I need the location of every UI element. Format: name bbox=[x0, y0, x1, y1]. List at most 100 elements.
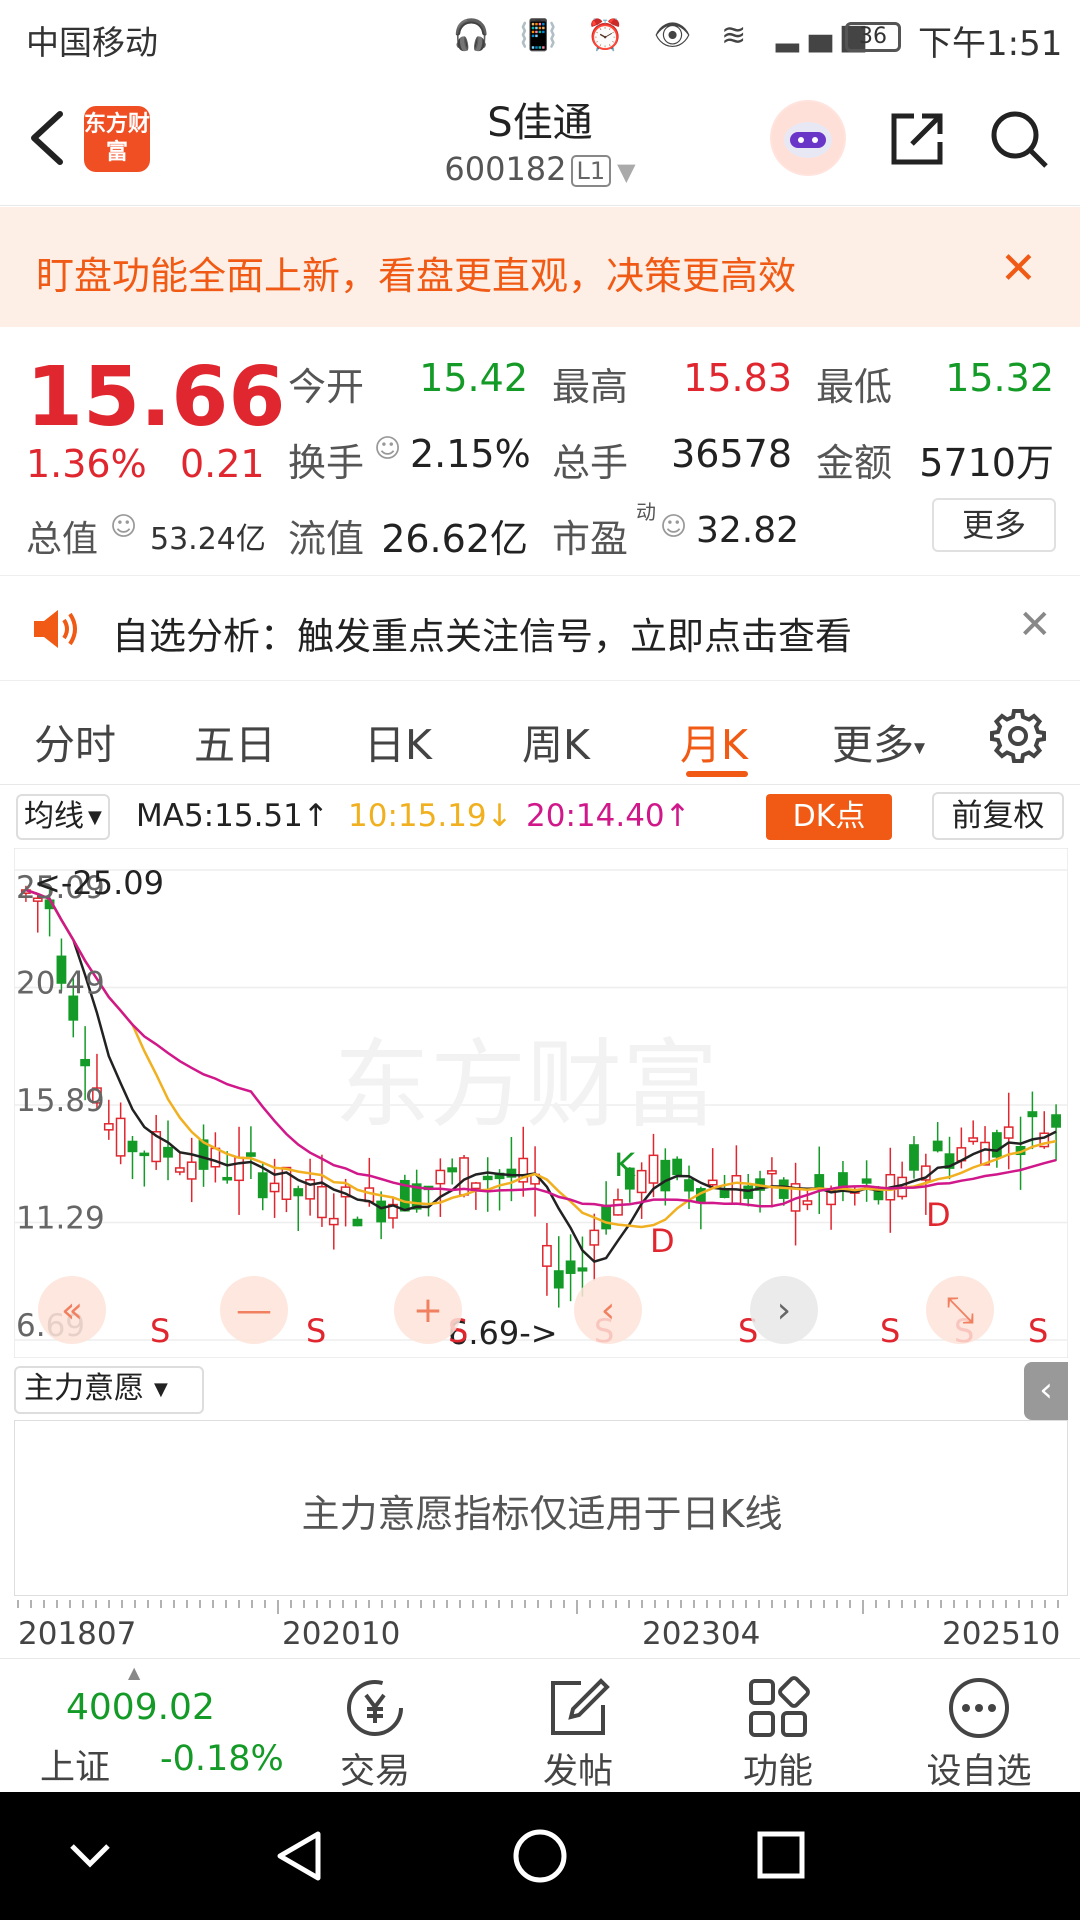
prev-icon[interactable]: ‹ bbox=[574, 1276, 642, 1344]
close-icon[interactable]: ✕ bbox=[1000, 243, 1037, 294]
caret-up-icon: ▲ bbox=[128, 1663, 141, 1682]
sell-signal: S bbox=[1028, 1312, 1048, 1350]
signal-marker: D bbox=[650, 1222, 675, 1260]
candle-body bbox=[269, 1182, 280, 1193]
close-icon[interactable]: ✕ bbox=[1018, 602, 1052, 648]
x-axis-label: 202510 bbox=[942, 1616, 1061, 1652]
control-glyph: ⤡ bbox=[946, 1290, 975, 1331]
sub-panel-message: 主力意愿指标仅适用于日K线 bbox=[301, 1492, 783, 1536]
signal-marker: D bbox=[926, 1196, 951, 1234]
candle-body bbox=[613, 1199, 623, 1216]
candle-body bbox=[684, 1179, 694, 1192]
high-value: 15.83 bbox=[683, 356, 792, 400]
system-nav-bar bbox=[0, 1792, 1080, 1920]
open-value: 15.42 bbox=[419, 356, 528, 400]
ma5-label: MA5:15.51↑ bbox=[136, 798, 329, 834]
candle-body bbox=[257, 1172, 268, 1199]
tab-monthly-k[interactable]: 月K bbox=[680, 711, 748, 771]
ma10-label: 10:15.19↓ bbox=[348, 798, 513, 834]
add-watchlist-label[interactable]: 设自选 bbox=[909, 1743, 1049, 1794]
candle-body bbox=[968, 1137, 979, 1143]
control-glyph: — bbox=[236, 1290, 272, 1331]
mktcap-label: 总值 bbox=[26, 519, 99, 560]
nav-recents-icon[interactable] bbox=[756, 1830, 806, 1880]
candle-body bbox=[163, 1146, 173, 1158]
share-icon[interactable] bbox=[886, 108, 948, 170]
x-axis-label: 201807 bbox=[18, 1616, 137, 1652]
grid-icon[interactable] bbox=[743, 1673, 813, 1743]
quote-panel: 15.66 1.36% 0.21 今开 15.42 最高 15.83 最低 15… bbox=[0, 330, 1080, 570]
high-label: 最高 bbox=[552, 365, 629, 409]
trade-label[interactable]: 交易 bbox=[305, 1743, 445, 1794]
max-price-label: <-25.09 bbox=[34, 864, 164, 902]
candle-body bbox=[648, 1154, 659, 1184]
gear-icon[interactable] bbox=[990, 707, 1046, 763]
sell-signal: S bbox=[306, 1312, 326, 1350]
nav-back-icon[interactable] bbox=[274, 1828, 326, 1884]
tab-five-day[interactable]: 五日 bbox=[194, 711, 276, 771]
kline-chart[interactable]: 东方财富 25.0920.4915.8911.296.69<-25.096.69… bbox=[14, 848, 1068, 1358]
battery-icon: 36 bbox=[845, 22, 901, 52]
fullscreen-icon[interactable]: ⤡ bbox=[926, 1276, 994, 1344]
stock-code-row[interactable]: 600182 L1 ▼ bbox=[340, 150, 740, 188]
candle-body bbox=[127, 1140, 138, 1153]
sub-indicator-selector[interactable]: 主力意愿 ▼ bbox=[14, 1366, 204, 1414]
next-icon[interactable]: › bbox=[750, 1276, 818, 1344]
index-value[interactable]: 4009.02 bbox=[66, 1687, 215, 1728]
candle-body bbox=[861, 1178, 872, 1184]
yuan-icon[interactable] bbox=[340, 1673, 410, 1743]
index-name[interactable]: 上证 bbox=[40, 1739, 110, 1790]
mktcap-value: 53.24亿 bbox=[150, 522, 266, 557]
candle-body bbox=[909, 1144, 919, 1171]
zoom-in-icon[interactable]: + bbox=[394, 1276, 462, 1344]
stock-header: 东方财富 S佳通 600182 L1 ▼ bbox=[0, 78, 1080, 206]
more-icon[interactable] bbox=[944, 1673, 1014, 1743]
signal-marker: K bbox=[614, 1146, 636, 1184]
tab-weekly-k[interactable]: 周K bbox=[522, 711, 590, 771]
rewind-icon[interactable]: « bbox=[38, 1276, 106, 1344]
search-icon[interactable] bbox=[988, 108, 1050, 170]
indicator-selector[interactable]: 均线 ▼ bbox=[16, 794, 110, 840]
info-icon[interactable]: ☺ bbox=[110, 512, 137, 542]
candle-body bbox=[1003, 1126, 1014, 1139]
post-label[interactable]: 发帖 bbox=[508, 1743, 648, 1794]
price-adjust-button[interactable]: 前复权 bbox=[932, 792, 1064, 840]
more-button[interactable]: 更多 bbox=[932, 498, 1056, 552]
chevron-down-icon[interactable] bbox=[66, 1834, 114, 1878]
info-icon[interactable]: ☺ bbox=[660, 512, 687, 542]
analysis-notice[interactable]: 自选分析：触发重点关注信号，立即点击查看 ✕ bbox=[0, 575, 1080, 681]
tab-intraday[interactable]: 分时 bbox=[34, 711, 116, 771]
candle-body bbox=[234, 1156, 244, 1182]
info-icon[interactable]: ☺ bbox=[374, 434, 401, 464]
tab-daily-k[interactable]: 日K bbox=[364, 711, 432, 771]
candle-body bbox=[115, 1117, 126, 1157]
amount-value: 5710万 bbox=[919, 441, 1054, 485]
back-arrow-icon[interactable] bbox=[22, 108, 72, 168]
candle-body bbox=[1027, 1111, 1038, 1118]
index-change[interactable]: -0.18% bbox=[160, 1739, 284, 1779]
turnover-value: 2.15% bbox=[410, 432, 531, 476]
candle-body bbox=[672, 1158, 683, 1176]
bottom-toolbar: ▲ 4009.02 上证 -0.18% 交易 发帖 功能 设自选 bbox=[0, 1658, 1080, 1792]
open-label: 今开 bbox=[288, 365, 365, 409]
edit-icon[interactable] bbox=[543, 1673, 613, 1743]
stock-code: 600182 bbox=[444, 150, 567, 188]
feature-banner[interactable]: 盯盘功能全面上新，看盘更直观，决策更高效 ✕ bbox=[0, 207, 1080, 327]
dk-point-button[interactable]: DK点 bbox=[766, 794, 892, 840]
low-value: 15.32 bbox=[945, 356, 1054, 400]
tab-more[interactable]: 更多▾ bbox=[832, 711, 925, 771]
ma-legend-row: 均线 ▼ MA5:15.51↑ 10:15.19↓ 20:14.40↑ DK点 前… bbox=[0, 790, 1080, 846]
candle-body bbox=[435, 1169, 446, 1185]
zoom-out-icon[interactable]: — bbox=[220, 1276, 288, 1344]
notice-text: 自选分析：触发重点关注信号，立即点击查看 bbox=[112, 615, 852, 658]
speaker-icon bbox=[34, 610, 77, 648]
collapse-handle-icon[interactable]: ‹ bbox=[1024, 1362, 1068, 1420]
y-tick-label: 11.29 bbox=[16, 1201, 105, 1237]
status-icons: 🎧 📳 ⏰ 👁 ≋ ▂▄▆ bbox=[452, 18, 875, 53]
robot-assistant-icon[interactable] bbox=[770, 100, 846, 176]
banner-text: 盯盘功能全面上新，看盘更直观，决策更高效 bbox=[36, 254, 797, 298]
functions-label[interactable]: 功能 bbox=[708, 1743, 848, 1794]
float-label: 流值 bbox=[288, 517, 365, 561]
pe-superscript: 动 bbox=[636, 500, 656, 524]
nav-home-icon[interactable] bbox=[512, 1828, 568, 1884]
